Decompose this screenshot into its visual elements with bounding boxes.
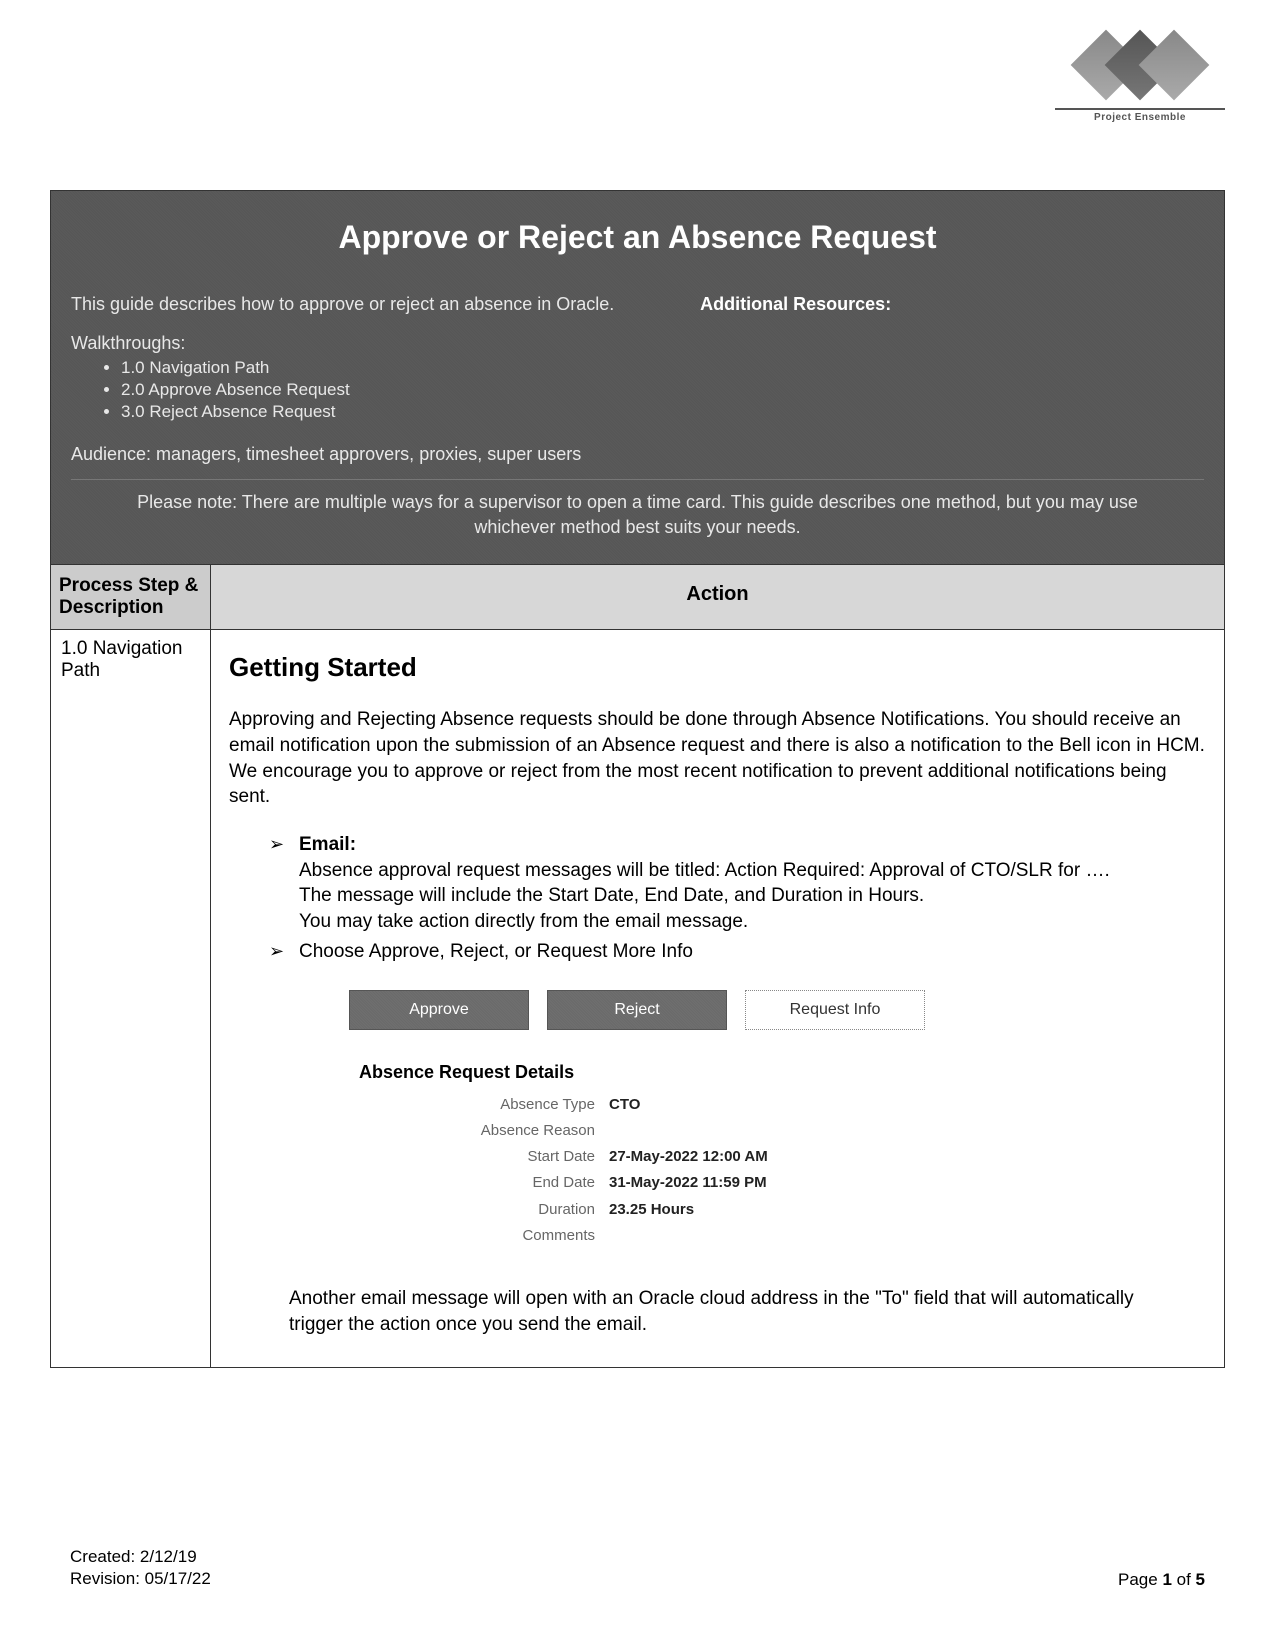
main-container: Approve or Reject an Absence Request Thi… bbox=[50, 190, 1225, 1368]
logo-diamonds bbox=[1055, 40, 1225, 90]
walkthrough-item: 2.0 Approve Absence Request bbox=[121, 380, 660, 400]
email-label: Email: bbox=[299, 834, 356, 855]
arrow-list: Email: Absence approval request messages… bbox=[269, 832, 1206, 964]
footer: Created: 2/12/19 Revision: 05/17/22 Page… bbox=[70, 1546, 1205, 1590]
additional-resources-title: Additional Resources: bbox=[700, 294, 1204, 315]
table-header: Process Step & Description Action bbox=[51, 564, 1224, 630]
email-line: Absence approval request messages will b… bbox=[299, 858, 1206, 884]
detail-label: Comments bbox=[359, 1226, 609, 1246]
created-date: Created: 2/12/19 bbox=[70, 1546, 211, 1568]
reject-button[interactable]: Reject bbox=[547, 990, 727, 1030]
walkthrough-item: 1.0 Navigation Path bbox=[121, 358, 660, 378]
detail-row: End Date 31-May-2022 11:59 PM bbox=[359, 1173, 1206, 1193]
page-total: 5 bbox=[1196, 1570, 1205, 1589]
button-row: Approve Reject Request Info bbox=[349, 990, 1206, 1030]
intro-description: This guide describes how to approve or r… bbox=[71, 294, 660, 315]
detail-value: CTO bbox=[609, 1095, 640, 1115]
detail-label: Duration bbox=[359, 1200, 609, 1220]
detail-label: Absence Reason bbox=[359, 1121, 609, 1141]
th-process-step: Process Step & Description bbox=[51, 565, 211, 629]
details-title: Absence Request Details bbox=[359, 1060, 1206, 1084]
choose-bullet: Choose Approve, Reject, or Request More … bbox=[269, 939, 1206, 965]
page-number: Page 1 of 5 bbox=[1118, 1570, 1205, 1590]
detail-value: 27-May-2022 12:00 AM bbox=[609, 1147, 768, 1167]
getting-started-heading: Getting Started bbox=[229, 650, 1206, 685]
detail-label: End Date bbox=[359, 1173, 609, 1193]
footer-dates: Created: 2/12/19 Revision: 05/17/22 bbox=[70, 1546, 211, 1590]
audience-text: Audience: managers, timesheet approvers,… bbox=[71, 444, 660, 465]
approve-button[interactable]: Approve bbox=[349, 990, 529, 1030]
detail-row: Duration 23.25 Hours bbox=[359, 1200, 1206, 1220]
action-cell: Getting Started Approving and Rejecting … bbox=[211, 630, 1224, 1367]
revision-date: Revision: 05/17/22 bbox=[70, 1568, 211, 1590]
email-line: You may take action directly from the em… bbox=[299, 909, 1206, 935]
detail-row: Absence Type CTO bbox=[359, 1095, 1206, 1115]
th-action: Action bbox=[211, 565, 1224, 629]
detail-label: Start Date bbox=[359, 1147, 609, 1167]
email-line: The message will include the Start Date,… bbox=[299, 883, 1206, 909]
absence-details: Absence Request Details Absence Type CTO… bbox=[359, 1060, 1206, 1246]
walkthroughs-list: 1.0 Navigation Path 2.0 Approve Absence … bbox=[121, 358, 660, 422]
page-title: Approve or Reject an Absence Request bbox=[51, 191, 1224, 284]
detail-row: Comments bbox=[359, 1226, 1206, 1246]
please-note: Please note: There are multiple ways for… bbox=[71, 479, 1204, 546]
page-prefix: Page bbox=[1118, 1570, 1162, 1589]
walkthroughs-title: Walkthroughs: bbox=[71, 333, 660, 354]
logo: Project Ensemble bbox=[1055, 40, 1225, 123]
request-info-button[interactable]: Request Info bbox=[745, 990, 925, 1030]
detail-value: 23.25 Hours bbox=[609, 1200, 694, 1220]
detail-value: 31-May-2022 11:59 PM bbox=[609, 1173, 767, 1193]
step-cell: 1.0 Navigation Path bbox=[51, 630, 211, 1367]
page-of: of bbox=[1172, 1570, 1196, 1589]
walkthrough-item: 3.0 Reject Absence Request bbox=[121, 402, 660, 422]
intro-paragraph: Approving and Rejecting Absence requests… bbox=[229, 707, 1206, 810]
intro-block: This guide describes how to approve or r… bbox=[51, 284, 1224, 564]
detail-label: Absence Type bbox=[359, 1095, 609, 1115]
email-bullet: Email: Absence approval request messages… bbox=[269, 832, 1206, 935]
detail-row: Start Date 27-May-2022 12:00 AM bbox=[359, 1147, 1206, 1167]
detail-row: Absence Reason bbox=[359, 1121, 1206, 1141]
logo-caption: Project Ensemble bbox=[1055, 108, 1225, 123]
table-row: 1.0 Navigation Path Getting Started Appr… bbox=[51, 630, 1224, 1367]
after-paragraph: Another email message will open with an … bbox=[289, 1286, 1139, 1337]
page-current: 1 bbox=[1162, 1570, 1171, 1589]
